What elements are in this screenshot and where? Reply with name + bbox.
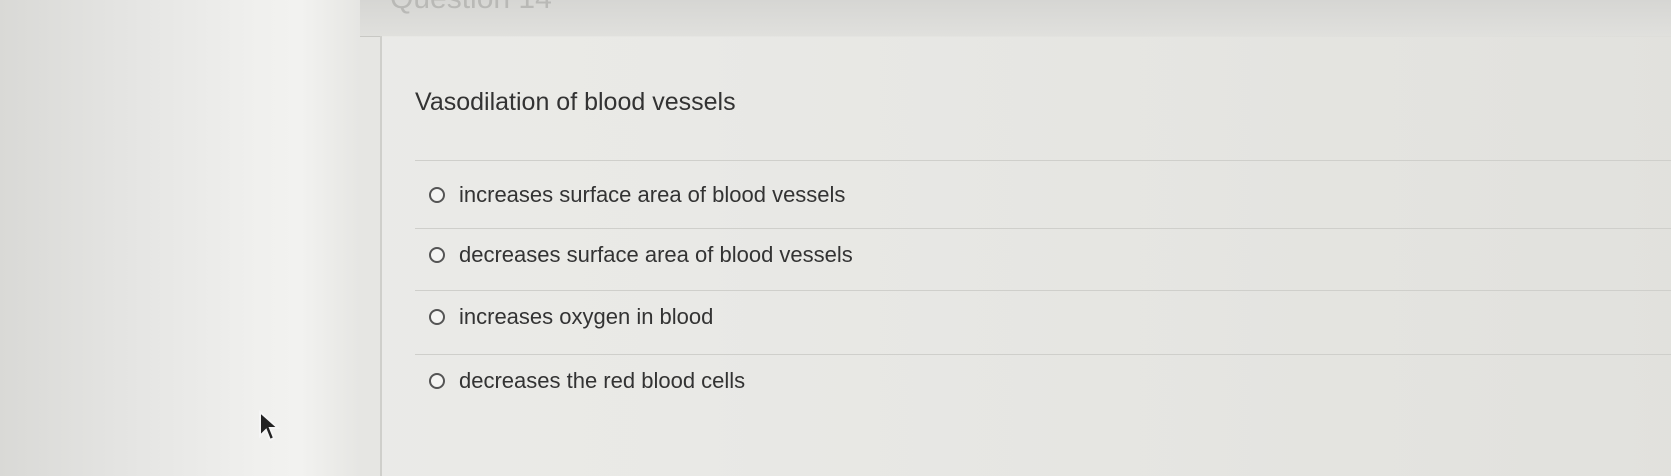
question-number-title: Question 14 bbox=[390, 0, 552, 16]
answer-option-label: decreases the red blood cells bbox=[459, 368, 746, 393]
answer-option-label: decreases surface area of blood vessels bbox=[459, 242, 853, 267]
answer-option-4[interactable]: decreases the red blood cells bbox=[415, 350, 1671, 412]
radio-unchecked-icon[interactable] bbox=[429, 187, 445, 203]
radio-unchecked-icon[interactable] bbox=[429, 247, 445, 263]
question-header: Question 14 bbox=[360, 0, 1671, 37]
radio-unchecked-icon[interactable] bbox=[429, 373, 445, 389]
answer-option-label: increases oxygen in blood bbox=[459, 304, 714, 329]
answer-option-3[interactable]: increases oxygen in blood bbox=[415, 286, 1671, 348]
answer-option-label: increases surface area of blood vessels bbox=[459, 182, 846, 207]
prompt-divider bbox=[415, 160, 1671, 161]
answer-option-2[interactable]: decreases surface area of blood vessels bbox=[415, 224, 1671, 286]
radio-unchecked-icon[interactable] bbox=[429, 309, 445, 325]
answer-option-1[interactable]: increases surface area of blood vessels bbox=[415, 164, 1671, 226]
question-prompt: Vasodilation of blood vessels bbox=[415, 88, 736, 116]
